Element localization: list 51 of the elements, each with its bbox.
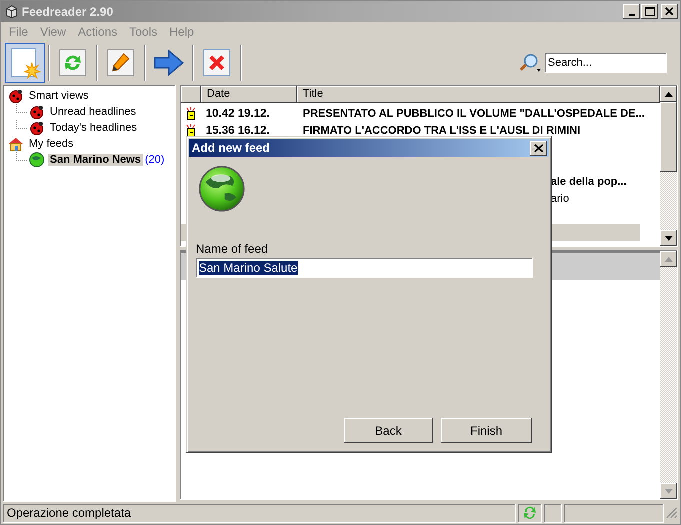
dialog-title: Add new feed	[192, 141, 270, 155]
new-page-icon	[9, 47, 41, 79]
delete-icon	[203, 49, 231, 77]
search-icon[interactable]	[519, 53, 541, 73]
unread-count: (20)	[145, 154, 165, 166]
status-text: Operazione completata	[3, 504, 516, 522]
ladybug-icon	[29, 104, 45, 120]
tree-item[interactable]: Smart views	[27, 90, 91, 102]
ladybug-icon	[8, 88, 24, 104]
globe-icon	[29, 152, 45, 168]
title-cell-text: PRESENTATO AL PUBBLICO IL VOLUME "DALL'OSPEDALE DE...	[302, 108, 645, 120]
field-label: Name of feed	[196, 242, 270, 256]
title-cell-text: FIRMATO L'ACCORDO TRA L'ISS E L'AUSL DI RIMINI	[302, 124, 581, 136]
title-cell-text: ario	[550, 192, 570, 204]
date-cell-text: 15.36 16.12.	[205, 124, 271, 136]
right-arrow-icon	[153, 49, 185, 77]
close-button[interactable]	[661, 4, 678, 19]
pencil-icon	[107, 49, 135, 77]
title-cell-text: ale della pop...	[550, 176, 627, 188]
close-button[interactable]	[530, 140, 547, 156]
close-icon	[534, 144, 544, 152]
globe-icon	[198, 165, 246, 213]
tree-item[interactable]: Unread headlines	[48, 106, 138, 118]
cube-icon	[5, 4, 19, 18]
maximize-icon	[644, 6, 656, 16]
house-icon	[8, 136, 24, 152]
back-button[interactable]: Back	[344, 418, 433, 443]
down-arrow-icon[interactable]	[664, 236, 672, 240]
finish-button[interactable]: Finish	[441, 418, 532, 443]
refresh-icon	[59, 49, 87, 77]
search-field[interactable]: Search...	[545, 53, 667, 73]
feed-name-field[interactable]: San Marino Salute	[196, 258, 533, 278]
up-arrow-icon[interactable]	[664, 92, 672, 96]
refresh-icon	[522, 505, 538, 521]
ladybug-icon	[29, 120, 45, 136]
maximize-button[interactable]	[641, 4, 658, 19]
tree-item[interactable]: San Marino News	[48, 154, 144, 166]
close-icon	[664, 6, 676, 16]
minimize-button[interactable]	[623, 4, 640, 19]
column-header[interactable]: Date	[201, 86, 297, 103]
tree-item[interactable]: Today's headlines	[48, 122, 140, 134]
status-pane	[544, 504, 562, 522]
resize-grip[interactable]	[666, 507, 678, 519]
scrollbar[interactable]	[660, 86, 677, 246]
minimize-icon	[628, 14, 634, 16]
date-cell-text: 10.42 19.12.	[205, 108, 271, 120]
tree-item[interactable]: My feeds	[27, 138, 76, 150]
column-header[interactable]	[181, 86, 201, 103]
column-header[interactable]: Title	[297, 86, 660, 103]
window-title: Feedreader 2.90	[22, 4, 114, 18]
toolbar-button[interactable]	[5, 43, 45, 83]
